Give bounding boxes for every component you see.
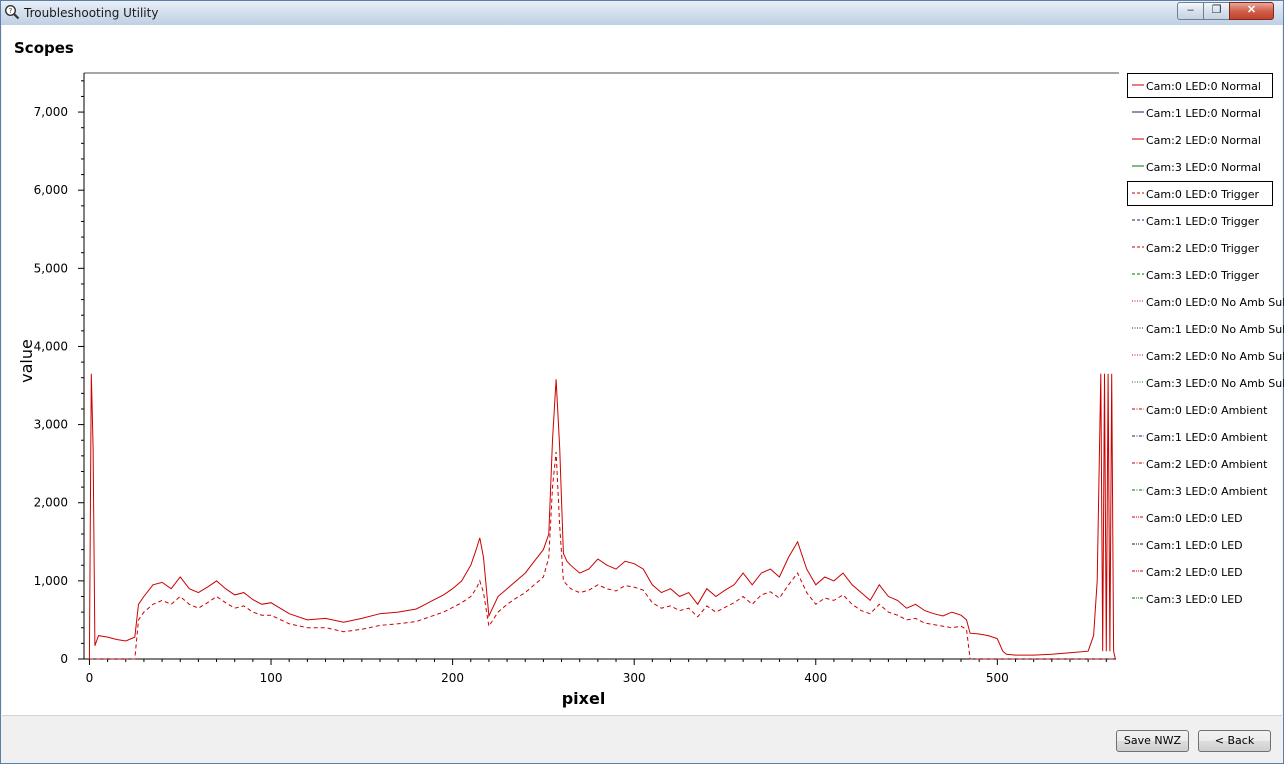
legend-item-label: Cam:2 LED:0 No Amb Sub bbox=[1146, 350, 1284, 363]
legend-item-label: Cam:0 LED:0 Trigger bbox=[1146, 188, 1260, 201]
magnifier-question-icon: ? bbox=[4, 4, 20, 20]
legend-item-label: Cam:3 LED:0 No Amb Sub bbox=[1146, 377, 1284, 390]
minimize-icon: – bbox=[1187, 4, 1194, 16]
x-tick-label: 200 bbox=[441, 671, 464, 685]
close-button[interactable]: ✕ bbox=[1229, 2, 1274, 20]
legend-item-label: Cam:3 LED:0 Normal bbox=[1146, 161, 1261, 174]
legend-line-swatch-icon bbox=[1132, 111, 1144, 113]
legend-item[interactable]: Cam:2 LED:0 No Amb Sub bbox=[1127, 343, 1284, 368]
y-tick-label: 5,000 bbox=[34, 261, 68, 275]
save-nwz-button[interactable]: Save NWZ bbox=[1116, 730, 1189, 752]
legend-line-swatch-icon bbox=[1132, 327, 1144, 329]
y-tick-label: 3,000 bbox=[34, 418, 68, 432]
legend-item-label: Cam:0 LED:0 LED bbox=[1146, 512, 1243, 525]
legend-line-swatch-icon bbox=[1132, 408, 1144, 410]
window-title: Troubleshooting Utility bbox=[24, 6, 159, 20]
legend-item[interactable]: Cam:2 LED:0 LED bbox=[1127, 559, 1273, 584]
legend-item[interactable]: Cam:1 LED:0 Trigger bbox=[1127, 208, 1273, 233]
legend-item-label: Cam:2 LED:0 Trigger bbox=[1146, 242, 1260, 255]
minimize-button[interactable]: – bbox=[1177, 2, 1204, 20]
legend-line-swatch-icon bbox=[1132, 381, 1144, 383]
legend-line-swatch-icon bbox=[1132, 435, 1144, 437]
scopes-panel: Scopes 0 1,000 2,000 3,000 4,000 5,000 6,000 7,… bbox=[2, 25, 1284, 715]
back-button[interactable]: < Back bbox=[1198, 730, 1271, 752]
y-axis-title: value bbox=[17, 339, 36, 383]
legend-line-swatch-icon bbox=[1132, 165, 1144, 167]
legend-item[interactable]: Cam:1 LED:0 Normal bbox=[1127, 100, 1273, 125]
legend-item[interactable]: Cam:2 LED:0 Normal bbox=[1127, 127, 1273, 152]
series-legend: Cam:0 LED:0 Normal Cam:1 LED:0 Normal Cam:… bbox=[1127, 73, 1284, 613]
legend-line-swatch-icon bbox=[1132, 462, 1144, 464]
legend-item-label: Cam:2 LED:0 Normal bbox=[1146, 134, 1261, 147]
legend-item-label: Cam:3 LED:0 LED bbox=[1146, 593, 1243, 606]
legend-item[interactable]: Cam:3 LED:0 No Amb Sub bbox=[1127, 370, 1284, 395]
series-line-0 bbox=[88, 373, 1116, 660]
legend-line-swatch-icon bbox=[1132, 84, 1144, 86]
legend-item-label: Cam:1 LED:0 No Amb Sub bbox=[1146, 323, 1284, 336]
app-window: ? Troubleshooting Utility – ❐ ✕ Scopes 0… bbox=[0, 0, 1284, 764]
svg-text:?: ? bbox=[9, 7, 13, 15]
legend-item[interactable]: Cam:0 LED:0 Ambient bbox=[1127, 397, 1273, 422]
x-tick-label: 500 bbox=[986, 671, 1009, 685]
legend-item[interactable]: Cam:0 LED:0 Normal bbox=[1127, 73, 1273, 98]
legend-item-label: Cam:0 LED:0 Normal bbox=[1146, 80, 1261, 93]
legend-item-label: Cam:1 LED:0 Trigger bbox=[1146, 215, 1260, 228]
y-tick-label: 0 bbox=[60, 652, 68, 666]
x-tick-label: 100 bbox=[260, 671, 283, 685]
y-tick-label: 1,000 bbox=[34, 574, 68, 588]
title-bar[interactable]: ? Troubleshooting Utility – ❐ ✕ bbox=[1, 1, 1283, 25]
x-tick-label: 300 bbox=[623, 671, 646, 685]
legend-item[interactable]: Cam:2 LED:0 Trigger bbox=[1127, 235, 1273, 260]
legend-line-swatch-icon bbox=[1132, 138, 1144, 140]
legend-item[interactable]: Cam:3 LED:0 Trigger bbox=[1127, 262, 1273, 287]
y-tick-label: 6,000 bbox=[34, 183, 68, 197]
legend-line-swatch-icon bbox=[1132, 597, 1144, 599]
legend-item-label: Cam:2 LED:0 Ambient bbox=[1146, 458, 1268, 471]
legend-item[interactable]: Cam:2 LED:0 Ambient bbox=[1127, 451, 1273, 476]
legend-item-label: Cam:1 LED:0 Normal bbox=[1146, 107, 1261, 120]
legend-item-label: Cam:3 LED:0 Ambient bbox=[1146, 485, 1268, 498]
y-tick-label: 2,000 bbox=[34, 496, 68, 510]
legend-item-label: Cam:0 LED:0 No Amb Sub bbox=[1146, 296, 1284, 309]
legend-item[interactable]: Cam:3 LED:0 LED bbox=[1127, 586, 1273, 611]
series-line-1 bbox=[89, 451, 1116, 660]
y-tick-label: 4,000 bbox=[34, 339, 68, 353]
legend-item[interactable]: Cam:3 LED:0 Ambient bbox=[1127, 478, 1273, 503]
legend-line-swatch-icon bbox=[1132, 489, 1144, 491]
legend-item[interactable]: Cam:1 LED:0 LED bbox=[1127, 532, 1273, 557]
legend-item-label: Cam:3 LED:0 Trigger bbox=[1146, 269, 1260, 282]
y-tick-label: 7,000 bbox=[34, 105, 68, 119]
x-tick-label: 400 bbox=[804, 671, 827, 685]
legend-item-label: Cam:1 LED:0 Ambient bbox=[1146, 431, 1268, 444]
legend-item-label: Cam:2 LED:0 LED bbox=[1146, 566, 1243, 579]
legend-line-swatch-icon bbox=[1132, 516, 1144, 518]
legend-line-swatch-icon bbox=[1132, 570, 1144, 572]
legend-line-swatch-icon bbox=[1132, 354, 1144, 356]
x-axis-title: pixel bbox=[562, 689, 606, 708]
legend-line-swatch-icon bbox=[1132, 192, 1144, 194]
maximize-button[interactable]: ❐ bbox=[1203, 2, 1230, 20]
legend-line-swatch-icon bbox=[1132, 246, 1144, 248]
legend-line-swatch-icon bbox=[1132, 300, 1144, 302]
legend-line-swatch-icon bbox=[1132, 273, 1144, 275]
legend-item[interactable]: Cam:0 LED:0 Trigger bbox=[1127, 181, 1273, 206]
legend-line-swatch-icon bbox=[1132, 543, 1144, 545]
legend-item[interactable]: Cam:1 LED:0 No Amb Sub bbox=[1127, 316, 1284, 341]
legend-item-label: Cam:1 LED:0 LED bbox=[1146, 539, 1243, 552]
x-tick-label: 0 bbox=[86, 671, 94, 685]
maximize-icon: ❐ bbox=[1211, 4, 1222, 16]
legend-item[interactable]: Cam:0 LED:0 No Amb Sub bbox=[1127, 289, 1284, 314]
legend-item-label: Cam:0 LED:0 Ambient bbox=[1146, 404, 1268, 417]
legend-item[interactable]: Cam:3 LED:0 Normal bbox=[1127, 154, 1273, 179]
scope-plot[interactable]: 0 1,000 2,000 3,000 4,000 5,000 6,000 7,000 0 100… bbox=[2, 25, 1124, 715]
button-bar: Save NWZ < Back bbox=[2, 715, 1282, 763]
legend-item[interactable]: Cam:0 LED:0 LED bbox=[1127, 505, 1273, 530]
close-icon: ✕ bbox=[1246, 4, 1257, 16]
legend-line-swatch-icon bbox=[1132, 219, 1144, 221]
legend-item[interactable]: Cam:1 LED:0 Ambient bbox=[1127, 424, 1273, 449]
